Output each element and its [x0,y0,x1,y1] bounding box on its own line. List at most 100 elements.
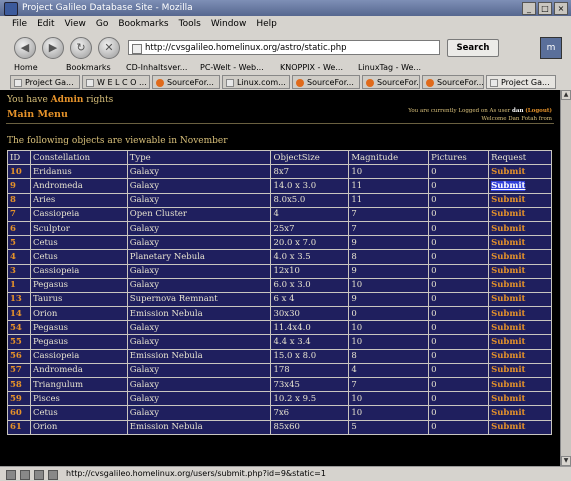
menu-file[interactable]: File [12,19,27,29]
bookmark-cd-inhalt[interactable]: CD-Inhaltsver... [126,61,187,74]
menu-window[interactable]: Window [211,19,247,29]
table-cell: Galaxy [126,164,272,180]
menu-bookmarks[interactable]: Bookmarks [118,19,168,29]
table-row: 56 Cassiopeia Emission Nebula 15.0 x 8.0 8 0 S… [7,348,552,364]
objects-table: ID Constellation Type ObjectSize Magnitu… [7,149,552,435]
submit-link[interactable]: Submit [488,263,552,279]
submit-link[interactable]: Submit [488,277,552,293]
table-cell: Galaxy [126,220,272,237]
scroll-up-icon[interactable]: ▲ [561,90,571,100]
menu-view[interactable]: View [65,19,86,29]
stop-icon[interactable]: ✕ [98,37,120,59]
search-button[interactable]: Search [447,39,499,57]
table-cell: Galaxy [126,277,272,293]
table-cell: Cetus [29,249,128,265]
object-id: 6 [7,220,31,237]
table-cell: 4 [348,362,430,379]
submit-link[interactable]: Submit [488,391,552,407]
bookmark-home[interactable]: Home [14,61,38,74]
bookmark-pc-welt[interactable]: PC-Welt - Web... [200,61,264,74]
close-window-button[interactable]: × [554,2,568,15]
submit-link[interactable]: Submit [488,291,552,308]
tab-welcome[interactable]: W E L C O ... [82,75,150,89]
rights-role: Admin [50,95,84,105]
menu-go[interactable]: Go [96,19,108,29]
minimize-button[interactable]: _ [522,2,536,15]
menu-help[interactable]: Help [256,19,277,29]
submit-link[interactable]: Submit [488,206,552,222]
table-cell: Cetus [29,235,128,251]
table-cell: 4.0 x 3.5 [270,249,350,265]
table-cell: 0 [428,405,490,421]
submit-link[interactable]: Submit [488,192,552,208]
intro-text: The following objects are viewable in No… [7,136,228,146]
table-cell: Pegasus [29,334,128,350]
submit-link[interactable]: Submit [488,320,552,336]
logout-link[interactable]: (Logout) [525,108,552,114]
tab-sourceforge-3[interactable]: SourceFor... [362,75,420,89]
table-cell: 7 [348,220,430,237]
reload-icon[interactable]: ↻ [70,37,92,59]
tab-project-galileo-1[interactable]: Project Ga... [10,75,80,89]
submit-link[interactable]: Submit [488,235,552,251]
address-book-icon[interactable] [48,470,58,480]
table-cell: Eridanus [29,164,128,180]
tab-linux-com[interactable]: Linux.com... [222,75,290,89]
submit-link[interactable]: Submit [488,376,552,393]
vertical-scrollbar[interactable]: ▲ ▼ [560,90,571,466]
submit-link[interactable]: Submit [488,164,552,180]
table-row: 57 Andromeda Galaxy 178 4 0 Submit [7,362,552,379]
submit-link[interactable]: Submit [488,334,552,350]
bookmark-linuxtag[interactable]: LinuxTag - We... [358,61,421,74]
submit-link[interactable]: Submit [488,306,552,322]
table-cell: 20.0 x 7.0 [270,235,350,251]
menu-tools[interactable]: Tools [179,19,201,29]
submit-link[interactable]: Submit [488,419,552,435]
table-cell: 7 [348,206,430,222]
main-menu-link[interactable]: Main Menu [7,109,68,120]
bookmark-bookmarks[interactable]: Bookmarks [66,61,111,74]
maximize-button[interactable]: □ [538,2,552,15]
table-cell: Taurus [29,291,128,308]
column-header: Pictures [428,149,490,166]
table-cell: Supernova Remnant [126,291,272,308]
tab-sourceforge-4[interactable]: SourceFor... [422,75,484,89]
page-icon [86,79,94,87]
table-cell: 0 [428,249,490,265]
table-cell: Galaxy [126,376,272,393]
table-cell: 85x60 [270,419,350,435]
navigator-icon[interactable] [6,470,16,480]
navigation-toolbar: ◀ ▶ ↻ ✕ http://cvsgalileo.homelinux.org/… [0,33,571,61]
tab-sourceforge-1[interactable]: SourceFor... [152,75,220,89]
bookmark-knoppix[interactable]: KNOPPIX - We... [280,61,343,74]
forward-icon[interactable]: ▶ [42,37,64,59]
table-cell: 10 [348,164,430,180]
table-cell: Galaxy [126,405,272,421]
table-cell: 6.0 x 3.0 [270,277,350,293]
submit-link[interactable]: Submit [488,348,552,364]
table-cell: Orion [29,306,128,322]
table-cell: Galaxy [126,235,272,251]
table-cell: Planetary Nebula [126,249,272,265]
page-icon [132,44,142,54]
table-cell: 10 [348,277,430,293]
submit-link[interactable]: Submit [488,405,552,421]
menu-edit[interactable]: Edit [37,19,54,29]
submit-link[interactable]: Submit [488,362,552,379]
sourceforge-icon [426,79,434,87]
table-row: 54 Pegasus Galaxy 11.4x4.0 10 0 Submit [7,320,552,336]
table-row: 58 Triangulum Galaxy 73x45 7 0 Submit [7,376,552,393]
composer-icon[interactable] [34,470,44,480]
tab-sourceforge-2[interactable]: SourceFor... [292,75,360,89]
table-cell: 6 x 4 [270,291,350,308]
submit-link[interactable]: Submit [488,178,552,194]
scroll-down-icon[interactable]: ▼ [561,456,571,466]
submit-link[interactable]: Submit [488,220,552,237]
submit-link[interactable]: Submit [488,249,552,265]
page-icon [490,79,498,87]
tab-project-galileo-active[interactable]: Project Ga... [486,75,556,89]
back-icon[interactable]: ◀ [14,37,36,59]
mail-icon[interactable] [20,470,30,480]
url-bar[interactable]: http://cvsgalileo.homelinux.org/astro/st… [128,40,440,55]
table-cell: Cassiopeia [29,263,128,279]
